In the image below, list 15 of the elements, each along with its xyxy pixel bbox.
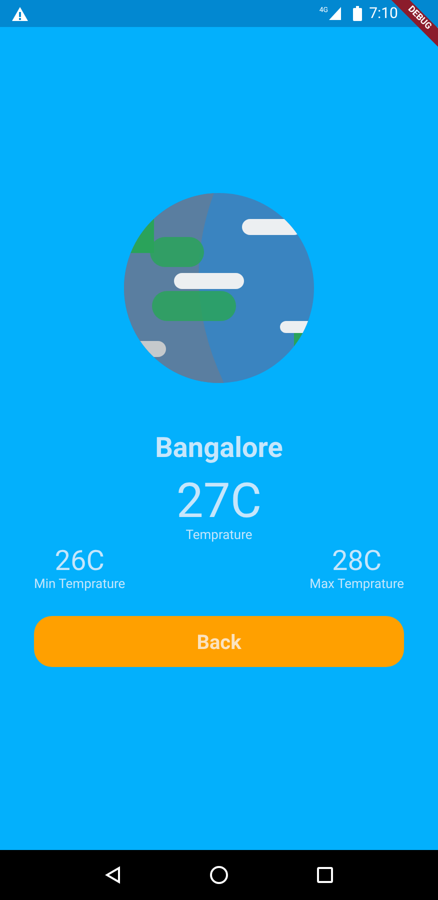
max-temperature-label: Max Temprature	[310, 577, 404, 593]
back-icon[interactable]	[104, 866, 122, 884]
signal-icon	[329, 7, 342, 20]
city-name: Bangalore	[154, 431, 284, 465]
battery-icon	[353, 6, 362, 21]
min-temperature-label: Min Temprature	[34, 577, 126, 593]
min-temperature-value: 26C	[54, 545, 104, 577]
temperature-value: 27C	[175, 475, 263, 527]
max-temperature-value: 28C	[332, 545, 382, 577]
home-icon[interactable]	[208, 865, 229, 885]
temperature-label: Temprature	[184, 528, 254, 544]
warning-icon	[12, 6, 28, 20]
back-button[interactable]: Back	[34, 616, 404, 667]
clock-time: 7:10	[369, 3, 398, 24]
overview-icon[interactable]	[316, 866, 334, 884]
